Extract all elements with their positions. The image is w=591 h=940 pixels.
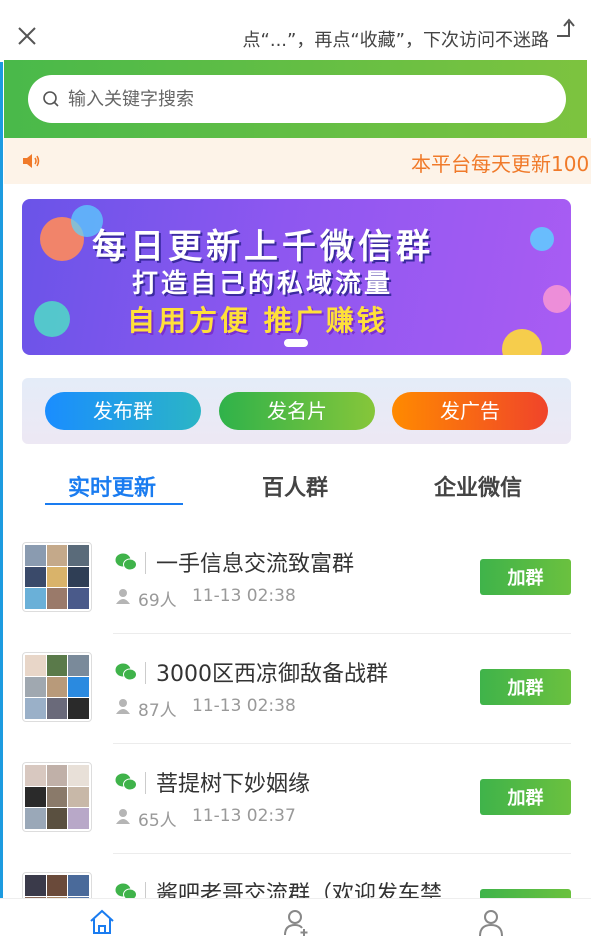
- member-count: 65人: [138, 811, 177, 831]
- update-time: 11-13 02:38: [192, 696, 296, 716]
- search-band: [4, 60, 587, 138]
- group-avatar: [22, 542, 92, 612]
- promo-banner[interactable]: 每日更新上千微信群 打造自己的私域流量 自用方便 推广赚钱: [22, 199, 571, 355]
- list-item[interactable]: 一手信息交流致富群 69人 11-13 02:38 加群: [0, 528, 591, 638]
- separator: [145, 552, 146, 574]
- group-avatar: [22, 652, 92, 722]
- row-divider: [113, 633, 571, 634]
- banner-headline: 每日更新上千微信群: [92, 227, 434, 267]
- publish-ad-button[interactable]: 发广告: [392, 392, 548, 430]
- group-title: 菩提树下妙姻缘: [156, 772, 311, 797]
- group-title: 一手信息交流致富群: [156, 552, 355, 577]
- speaker-icon: [23, 154, 40, 168]
- banner-tagline: 自用方便 推广赚钱: [127, 304, 388, 337]
- wechat-icon: [115, 553, 137, 571]
- list-item[interactable]: 菩提树下妙姻缘 65人 11-13 02:37 加群: [0, 748, 591, 858]
- update-time: 11-13 02:37: [192, 806, 296, 826]
- carousel-indicator[interactable]: [284, 339, 308, 347]
- home-icon[interactable]: [87, 907, 117, 937]
- search-icon: [43, 91, 59, 107]
- wechat-icon: [115, 773, 137, 791]
- tab-active-indicator: [45, 503, 183, 505]
- group-title: 3000区西凉御敌备战群: [156, 662, 388, 687]
- action-panel: 发布群 发名片 发广告: [22, 378, 571, 444]
- person-icon: [116, 589, 130, 604]
- top-hint-bar: 点“...”，再点“收藏”，下次访问不迷路: [0, 0, 591, 62]
- notice-bar: 本平台每天更新100: [4, 138, 591, 184]
- tab-realtime[interactable]: 实时更新: [68, 470, 156, 502]
- join-group-button[interactable]: 加群: [480, 779, 571, 815]
- update-time: 11-13 02:38: [192, 586, 296, 606]
- row-divider: [113, 853, 571, 854]
- banner-subline: 打造自己的私域流量: [132, 269, 394, 299]
- search-box[interactable]: [28, 75, 566, 123]
- bookmark-hint: 点“...”，再点“收藏”，下次访问不迷路: [242, 30, 549, 51]
- close-icon[interactable]: [16, 25, 38, 47]
- group-avatar: [22, 762, 92, 832]
- publish-group-button[interactable]: 发布群: [45, 392, 201, 430]
- user-icon[interactable]: [476, 907, 506, 937]
- tab-enterprise-wechat[interactable]: 企业微信: [434, 470, 522, 502]
- list-item[interactable]: 3000区西凉御敌备战群 87人 11-13 02:38 加群: [0, 638, 591, 748]
- bottom-nav: [0, 898, 591, 940]
- add-friend-icon[interactable]: [282, 907, 312, 937]
- member-count: 87人: [138, 701, 177, 721]
- person-icon: [116, 809, 130, 824]
- join-group-button[interactable]: 加群: [480, 669, 571, 705]
- share-icon[interactable]: [553, 16, 575, 38]
- category-tabs: 实时更新 百人群 企业微信: [0, 462, 591, 508]
- person-icon: [116, 699, 130, 714]
- join-group-button[interactable]: 加群: [480, 559, 571, 595]
- wechat-icon: [115, 663, 137, 681]
- publish-card-button[interactable]: 发名片: [219, 392, 375, 430]
- member-count: 69人: [138, 591, 177, 611]
- tab-hundred-groups[interactable]: 百人群: [262, 470, 328, 502]
- separator: [145, 772, 146, 794]
- notice-text: 本平台每天更新100: [411, 152, 590, 176]
- row-divider: [113, 743, 571, 744]
- separator: [145, 662, 146, 684]
- search-input[interactable]: [68, 83, 548, 115]
